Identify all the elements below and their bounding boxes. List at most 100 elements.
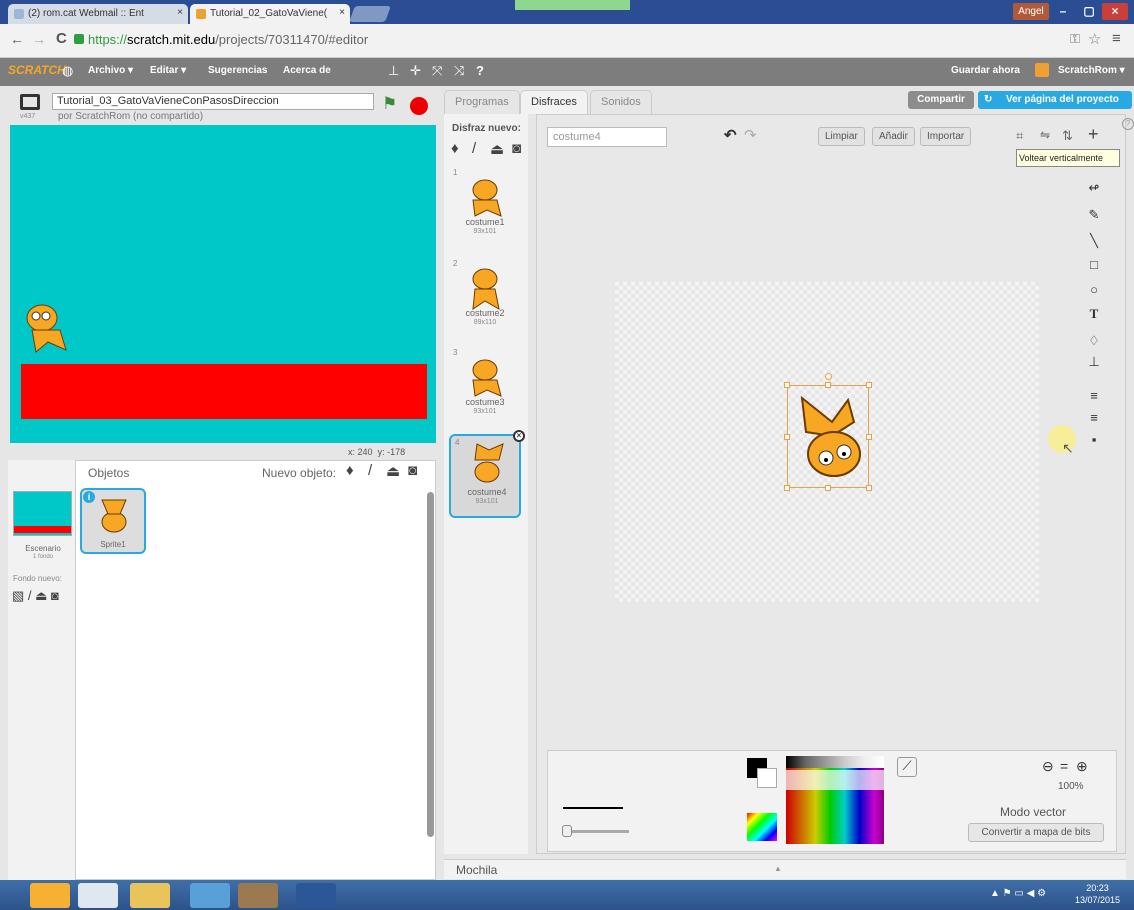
close-window-button[interactable]: ×: [1102, 3, 1128, 20]
menu-sugerencias[interactable]: Sugerencias: [208, 65, 267, 76]
zoom-out-icon[interactable]: ⊖: [1042, 758, 1054, 775]
reload-icon[interactable]: C: [56, 30, 67, 47]
save-now-link[interactable]: Guardar ahora: [951, 65, 1020, 76]
redo-icon[interactable]: ↷: [744, 126, 757, 144]
costume-item[interactable]: 1 costume1 93x101: [449, 166, 521, 246]
ungroup-icon[interactable]: ▪: [1086, 432, 1102, 448]
import-button[interactable]: Importar: [920, 127, 972, 146]
set-center-icon[interactable]: ⌗: [1016, 128, 1023, 144]
browser-tab-webmail[interactable]: (2) rom.cat Webmail :: Ent ×: [8, 4, 188, 24]
sprite-pane-scrollbar[interactable]: [427, 492, 434, 837]
zoom-reset-icon[interactable]: =: [1060, 758, 1068, 774]
account-menu[interactable]: ScratchRom ▾: [1058, 65, 1125, 76]
upload-sprite-icon[interactable]: ⏏: [386, 462, 400, 480]
zoom-in-icon[interactable]: ⊕: [1076, 758, 1088, 775]
chrome-icon[interactable]: [78, 883, 118, 908]
pencil-tool-icon[interactable]: ✎: [1086, 207, 1102, 223]
menu-editar[interactable]: Editar ▾: [150, 65, 186, 76]
green-flag-icon[interactable]: ⚑: [382, 94, 397, 114]
color-swatch-grid[interactable]: [786, 756, 884, 844]
convert-bitmap-button[interactable]: Convertir a mapa de bits: [968, 823, 1104, 842]
expand-arrow-icon[interactable]: ▲: [774, 864, 782, 873]
star-icon[interactable]: ☆: [1088, 30, 1101, 48]
send-backward-icon[interactable]: ≡: [1086, 410, 1102, 426]
flip-vertical-icon[interactable]: ⇅: [1062, 128, 1073, 144]
tray-icons[interactable]: ▲ ⚑ ▭ ◀ ⚙: [990, 888, 1046, 899]
add-button[interactable]: Añadir: [872, 127, 915, 146]
calculator-icon[interactable]: [190, 883, 230, 908]
text-tool-icon[interactable]: T: [1086, 306, 1102, 322]
start-explorer-icon[interactable]: [30, 883, 70, 908]
tab-disfraces[interactable]: Disfraces: [520, 90, 588, 114]
help-circle-icon[interactable]: ?: [1122, 118, 1134, 130]
delete-costume-icon[interactable]: ×: [513, 430, 525, 442]
backpack-bar[interactable]: Mochila ▲: [444, 859, 1126, 879]
key-icon[interactable]: ⚿: [1070, 31, 1080, 47]
close-tab-icon[interactable]: ×: [339, 7, 345, 18]
ellipse-tool-icon[interactable]: ○: [1086, 282, 1102, 298]
grow-sprite-icon[interactable]: ⤧: [432, 63, 442, 79]
grow-icon[interactable]: ✛: [410, 63, 421, 79]
paint-sprite-icon[interactable]: /: [368, 462, 372, 479]
stroke-width-slider[interactable]: [563, 830, 629, 833]
flip-horizontal-icon[interactable]: ⇋: [1040, 128, 1050, 142]
slider-handle[interactable]: [562, 825, 572, 837]
help-icon[interactable]: ?: [476, 63, 484, 78]
undo-icon[interactable]: ↶: [724, 126, 737, 144]
tab-sonidos[interactable]: Sonidos: [590, 90, 652, 114]
costume-item-selected[interactable]: 4 × costume4 93x101: [449, 430, 525, 518]
costume-item[interactable]: 3 costume3 93x101: [449, 346, 521, 426]
costume-name-input[interactable]: costume4: [547, 127, 667, 147]
stamp-tool-icon[interactable]: ⊥: [1086, 354, 1102, 370]
selection-box[interactable]: [784, 373, 872, 491]
camera-sprite-icon[interactable]: ◙: [408, 462, 417, 479]
stop-icon[interactable]: [410, 97, 428, 115]
stage-thumbnail[interactable]: [13, 491, 72, 536]
browser-user-badge[interactable]: Angel: [1013, 3, 1049, 20]
menu-icon[interactable]: ≡: [1112, 30, 1121, 47]
close-tab-icon[interactable]: ×: [177, 7, 183, 18]
eyedropper-icon[interactable]: ⟋: [897, 757, 917, 777]
cat-sprite-icon[interactable]: [22, 298, 74, 356]
rectangle-tool-icon[interactable]: □: [1086, 257, 1102, 273]
user-avatar[interactable]: [1035, 63, 1049, 77]
menu-archivo[interactable]: Archivo ▾: [88, 65, 133, 76]
choose-sprite-icon[interactable]: ♦: [346, 462, 354, 479]
globe-icon[interactable]: ◍: [62, 63, 73, 79]
shrink-sprite-icon[interactable]: ⤨: [454, 63, 464, 79]
sprite1-thumbnail[interactable]: i Sprite1: [80, 488, 146, 554]
file-explorer-icon[interactable]: [130, 883, 170, 908]
minimize-button[interactable]: –: [1050, 3, 1076, 20]
bring-forward-icon[interactable]: ≡: [1086, 388, 1102, 404]
url-field[interactable]: https://scratch.mit.edu/projects/7031147…: [88, 32, 368, 47]
menu-acerca[interactable]: Acerca de: [283, 65, 331, 76]
upload-costume-icon[interactable]: ⏏: [490, 140, 504, 158]
browser-tab-tutorial[interactable]: Tutorial_02_GatoVaViene( ×: [190, 4, 350, 24]
camera-costume-icon[interactable]: ◙: [512, 140, 521, 157]
backdrop-tools-icon[interactable]: ▧ / ⏏ ◙: [12, 588, 59, 604]
scratch-logo[interactable]: SCRATCH: [8, 63, 66, 77]
view-project-button[interactable]: ↻ Ver página del proyecto: [978, 91, 1132, 109]
costume-item[interactable]: 2 costume2 89x110: [449, 257, 521, 337]
project-title-input[interactable]: Tutorial_03_GatoVaVieneConPasosDireccion: [52, 93, 374, 110]
share-button[interactable]: Compartir: [908, 91, 974, 109]
rotate-handle-icon[interactable]: [825, 373, 832, 380]
new-tab-button[interactable]: [349, 6, 391, 22]
tab-programas[interactable]: Programas: [444, 90, 520, 114]
paint-costume-icon[interactable]: /: [472, 140, 476, 157]
stage-size-icon[interactable]: [20, 94, 40, 110]
forward-icon[interactable]: →: [32, 31, 46, 47]
reshape-tool-icon[interactable]: ↫: [1086, 180, 1102, 196]
back-icon[interactable]: ←: [10, 31, 24, 47]
fill-tool-icon[interactable]: ♢: [1086, 333, 1102, 349]
line-tool-icon[interactable]: ╲: [1086, 233, 1102, 249]
word-icon[interactable]: [296, 883, 336, 908]
maximize-button[interactable]: ▢: [1076, 3, 1102, 20]
app-icon[interactable]: [238, 883, 278, 908]
color-picker-icon[interactable]: [747, 813, 777, 841]
costume-library-icon[interactable]: ♦: [451, 140, 459, 157]
clear-button[interactable]: Limpiar: [818, 127, 865, 146]
taskbar-clock[interactable]: 20:23 13/07/2015: [1075, 882, 1120, 906]
stamp-icon[interactable]: ⊥: [388, 63, 399, 79]
crosshair-icon[interactable]: +: [1088, 124, 1099, 145]
